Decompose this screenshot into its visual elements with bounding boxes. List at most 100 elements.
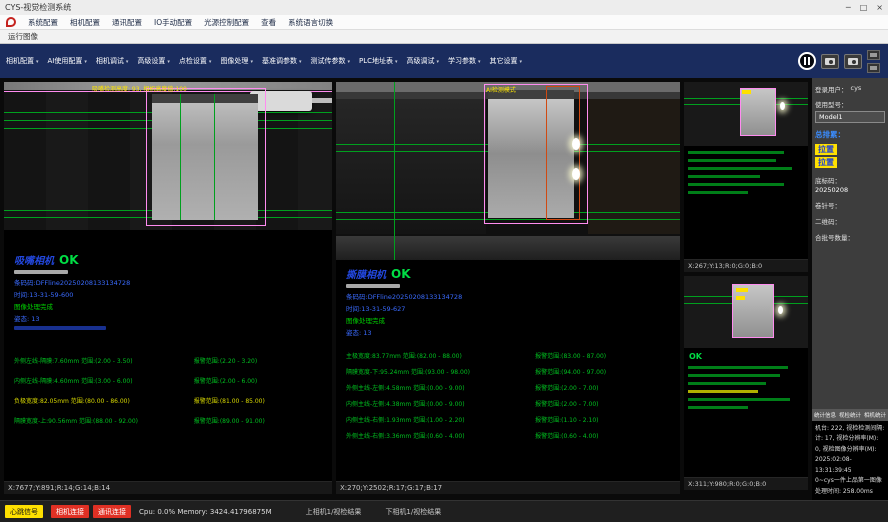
menu-item[interactable]: 相机配置 <box>70 18 100 27</box>
window-maximize-button[interactable]: □ <box>860 3 868 12</box>
detection-line <box>394 82 395 260</box>
field-label: 卷针号： <box>815 200 885 210</box>
menu-item[interactable]: IO手动配置 <box>154 18 192 27</box>
preview-text-area <box>684 146 808 259</box>
text-placeholder <box>688 159 776 162</box>
toolbar-item[interactable]: PLC地址表 <box>359 56 398 66</box>
measurement-text: 外侧左线-隔膜:7.60mm 范围:(2.00 - 3.50) <box>14 356 194 365</box>
text-placeholder <box>688 183 784 186</box>
menu-item[interactable]: 通讯配置 <box>112 18 142 27</box>
text-placeholder <box>688 151 784 154</box>
stats-tab[interactable]: 统计信息 <box>814 411 836 419</box>
preview-coordinates: X:267;Y:13;R:0;G:0;B:0 <box>684 259 808 272</box>
text-placeholder <box>346 284 400 288</box>
measurement-text: 内侧左线-隔膜:4.60mm 范围:(3.00 - 6.00) <box>14 376 194 385</box>
result-status: OK <box>391 267 411 281</box>
overlay-label: AI检测模式 <box>486 85 516 94</box>
pixel-coordinates: X:7677;Y:891;R:14;G:14;B:14 <box>4 481 332 494</box>
camera-result-labels: 上相机1/视检结果下相机1/视检结果 <box>306 507 442 517</box>
app-title: CYS-视觉检测系统 <box>5 2 71 13</box>
field-label: 二维码： <box>815 216 885 226</box>
camera-b-button[interactable] <box>844 54 862 69</box>
measurement-row: 负极宽度:82.05mm 范围:(80.00 - 86.00) 报警范围:(81… <box>14 396 324 405</box>
alarm-range-text: 报警范围:(2.00 - 6.00) <box>194 376 324 385</box>
time-text: 时间:13-31-59-600 <box>14 289 324 299</box>
measurement-text: 隔膜宽度-下:95.24mm 范围:(93.00 - 98.00) <box>346 367 535 376</box>
preview-pane-top: X:267;Y:13;R:0;G:0;B:0 <box>684 82 808 272</box>
stats-box: 机台: 222, 视检检测间隔:计: 17, 视检分辨率(M):0, 视检图像分… <box>812 421 888 501</box>
preview-pane-bottom: OK X:311;Y:980;R:0;G:0;B:0 <box>684 276 808 490</box>
camera-image-right[interactable]: AI检测模式 <box>336 82 680 260</box>
tag-list: 拉置拉置 <box>815 142 885 170</box>
camera-a-button[interactable] <box>821 54 839 69</box>
alarm-range-text: 报警范围:(89.00 - 91.00) <box>194 416 324 425</box>
toolbar-item[interactable]: 图像处理 <box>220 56 253 66</box>
machine-base <box>336 236 680 260</box>
tag-badge: 拉置 <box>815 144 837 155</box>
stats-tab[interactable]: 视检统计 <box>839 411 861 419</box>
preview-image[interactable] <box>684 82 808 146</box>
toolbar-item[interactable]: 相机调试 <box>96 56 129 66</box>
tab-run-image[interactable]: 运行图像 <box>8 31 38 42</box>
preview-image[interactable] <box>684 276 808 348</box>
title-bar: CYS-视觉检测系统 ─ □ × <box>0 0 888 15</box>
menu-item[interactable]: 查看 <box>261 18 276 27</box>
toolbar-item[interactable]: 学习参数 <box>448 56 481 66</box>
result-text-area: 撕膜相机 OK 条码码:DFFline20250208133134728 时间:… <box>336 260 680 481</box>
screen-snapshot-button[interactable] <box>867 50 880 60</box>
preview-status: OK <box>689 352 808 361</box>
result-status: OK <box>59 253 79 267</box>
camera-image-left[interactable]: 吸嘴检测高度: 93, 相机高度值:100 <box>4 82 332 230</box>
toolbar-item[interactable]: 基准调参数 <box>262 56 302 66</box>
pixel-coordinates: X:270;Y:2502;R:17;G:17;B:17 <box>336 481 680 494</box>
model-select[interactable]: Model1 <box>815 111 885 123</box>
link-badge: 通讯连接 <box>93 505 131 518</box>
measurement-row: 外侧主线-左侧:4.58mm 范围:(0.00 - 9.00) 报警范围:(2.… <box>346 383 672 392</box>
overlay-tag <box>736 296 745 300</box>
toolbar: 相机配置 AI使用配置相机调试高级设置点检设置图像处理基准调参数测试传参数 PLC地… <box>0 44 888 78</box>
model-label: 使用型号： <box>815 99 885 109</box>
window-minimize-button[interactable]: ─ <box>846 3 851 12</box>
toolbar-item[interactable]: AI使用配置 <box>48 56 87 66</box>
preview-coordinates: X:311;Y:980;R:0;G:0;B:0 <box>684 477 808 490</box>
app-logo-icon <box>6 17 16 27</box>
alarm-range-text: 报警范围:(2.20 - 3.20) <box>194 356 324 365</box>
reflection-highlight <box>780 102 785 110</box>
menu-item[interactable]: 系统语言切换 <box>288 18 333 27</box>
field-label: 合批号数量： <box>815 232 885 242</box>
stats-line: 机台: 222, 视检检测间隔: <box>815 424 885 435</box>
toolbar-item[interactable]: 高级调试 <box>407 56 440 66</box>
stats-line: 2025:02:08-13:31:39:45 <box>815 455 885 476</box>
machine-body <box>588 99 680 234</box>
toolbar-item[interactable]: 高级设置 <box>137 56 170 66</box>
info-panel: 登录用户： cys 使用型号： Model1 总排累： 拉置拉置 底标码： 20… <box>812 78 888 500</box>
measurement-row: 外侧左线-隔膜:7.60mm 范围:(2.00 - 3.50) 报警范围:(2.… <box>14 356 324 365</box>
screen-view-button[interactable] <box>867 63 880 73</box>
measurement-row: 内侧主线-右侧:1.93mm 范围:(1.00 - 2.20) 报警范围:(1.… <box>346 415 672 424</box>
measurement-text: 隔膜宽度-上:90.56mm 范围:(88.00 - 92.00) <box>14 416 194 425</box>
result-text-area: 吸嘴相机 OK 条码码:DFFline20250208133134728 时间:… <box>4 230 332 481</box>
text-placeholder <box>688 406 748 409</box>
window-close-button[interactable]: × <box>876 3 883 12</box>
pause-button[interactable] <box>798 52 816 70</box>
code-label: 底标码： <box>815 175 885 185</box>
toolbar-item[interactable]: 点检设置 <box>179 56 212 66</box>
menu-item[interactable]: 系统配置 <box>28 18 58 27</box>
text-placeholder <box>688 191 748 194</box>
heartbeat-badge: 心跳信号 <box>5 505 43 518</box>
toolbar-item[interactable]: 其它设置 <box>490 56 523 66</box>
stats-line: 0, 视检图像分辨率(M): <box>815 445 885 456</box>
overlay-tag <box>736 288 748 292</box>
overlay-label: 吸嘴检测高度: 93, 相机高度值:100 <box>92 84 187 93</box>
stats-tab[interactable]: 相机统计 <box>864 411 886 419</box>
result-title: 撕膜相机 <box>346 266 386 281</box>
status-bar: 心跳信号 相机连接通讯连接 Cpu: 0.0% Memory: 3424.417… <box>0 500 888 522</box>
link-badge: 相机连接 <box>51 505 89 518</box>
menu-item[interactable]: 光源控制配置 <box>204 18 249 27</box>
barcode-text: 条码码:DFFline20250208133134728 <box>346 291 672 301</box>
toolbar-item[interactable]: 测试传参数 <box>310 56 350 66</box>
camera-result-text: 下相机1/视检结果 <box>385 507 441 517</box>
toolbar-item[interactable]: 相机配置 <box>6 56 39 66</box>
process-done-text: 图像处理完成 <box>14 301 324 311</box>
camera-panel-right: AI检测模式 撕膜相机 OK 条码码:DFFline20250208133134… <box>336 82 680 494</box>
